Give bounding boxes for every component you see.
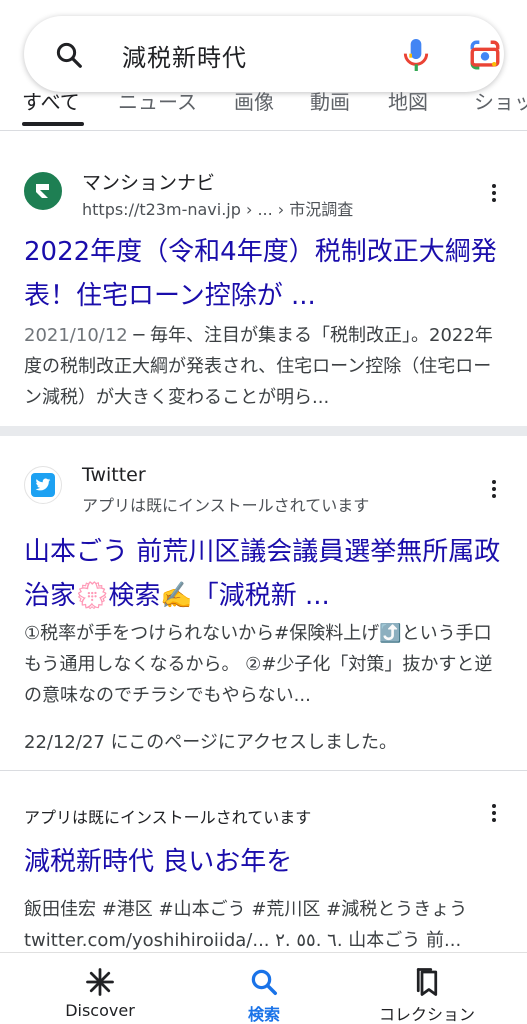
mansion-navi-logo-icon xyxy=(36,184,49,198)
tab-shopping[interactable]: ショッ xyxy=(474,92,527,115)
tab-images[interactable]: 画像 xyxy=(234,92,274,115)
tab-news[interactable]: ニュース xyxy=(118,92,197,115)
result-site-name[interactable]: マンションナビ xyxy=(82,168,215,195)
nav-collections[interactable]: コレクション xyxy=(362,953,492,1024)
search-bar[interactable]: 減税新時代 xyxy=(24,16,504,92)
google-lens-icon[interactable] xyxy=(468,38,502,72)
more-options-icon[interactable] xyxy=(488,802,500,826)
nav-collections-label: コレクション xyxy=(378,1005,475,1024)
tab-maps[interactable]: 地図 xyxy=(388,92,428,115)
twitter-favicon xyxy=(24,466,62,504)
microphone-icon[interactable] xyxy=(400,36,432,74)
twitter-logo-icon xyxy=(31,473,55,497)
result-site-name[interactable]: Twitter xyxy=(82,464,146,486)
active-tab-indicator xyxy=(22,122,84,126)
nav-discover-label: Discover xyxy=(65,1001,135,1020)
app-installed-note: アプリは既にインストールされています xyxy=(24,808,312,827)
more-options-icon[interactable] xyxy=(488,478,500,502)
visited-note: 22/12/27 にこのページにアクセスしました。 xyxy=(24,732,397,753)
tab-all[interactable]: すべて xyxy=(22,92,80,115)
result-snippet: 2021/10/12 ─ 毎年、注目が集まる「税制改正」。2022年度の税制改正… xyxy=(24,320,506,413)
nav-search-label: 検索 xyxy=(247,1005,280,1024)
app-installed-note: アプリは既にインストールされています xyxy=(82,496,370,515)
tabs-divider xyxy=(0,130,527,131)
bottom-navigation: Discover 検索 コレクション xyxy=(0,952,527,1024)
result-title-link[interactable]: 2022年度（令和4年度）税制改正大綱発表！住宅ローン控除が ... xyxy=(24,230,504,318)
search-icon xyxy=(251,969,277,995)
result-title-link[interactable]: 山本ごう 前荒川区議会議員選挙無所属政治家💮検索✍️「減税新 ... xyxy=(24,530,504,618)
search-icon xyxy=(56,42,82,68)
more-options-icon[interactable] xyxy=(488,182,500,206)
result-snippet: ①税率が手をつけられないから#保険料上げ⤴️という手口もう通用しなくなるから。 … xyxy=(24,623,493,706)
tab-videos[interactable]: 動画 xyxy=(310,92,350,115)
asterisk-icon xyxy=(86,968,114,996)
search-input[interactable]: 減税新時代 xyxy=(122,38,247,73)
result-separator xyxy=(0,770,527,771)
result-date: 2021/10/12 xyxy=(24,325,128,346)
result-url[interactable]: https://t23m-navi.jp › ... › 市況調査 xyxy=(82,196,353,220)
result-snippet: 飯田佳宏 #港区 #山本ごう #荒川区 #減税とうきょう twitter.com… xyxy=(24,899,468,951)
nav-search[interactable]: 検索 xyxy=(204,953,324,1024)
nav-discover[interactable]: Discover xyxy=(40,953,160,1024)
result-title-link[interactable]: 減税新時代 良いお年を xyxy=(24,840,504,884)
search-tabs: すべて ニュース 画像 動画 地図 ショッ xyxy=(0,92,527,130)
mansion-navi-favicon xyxy=(24,172,62,210)
result-separator xyxy=(0,426,527,436)
bookmarks-icon xyxy=(416,968,438,996)
